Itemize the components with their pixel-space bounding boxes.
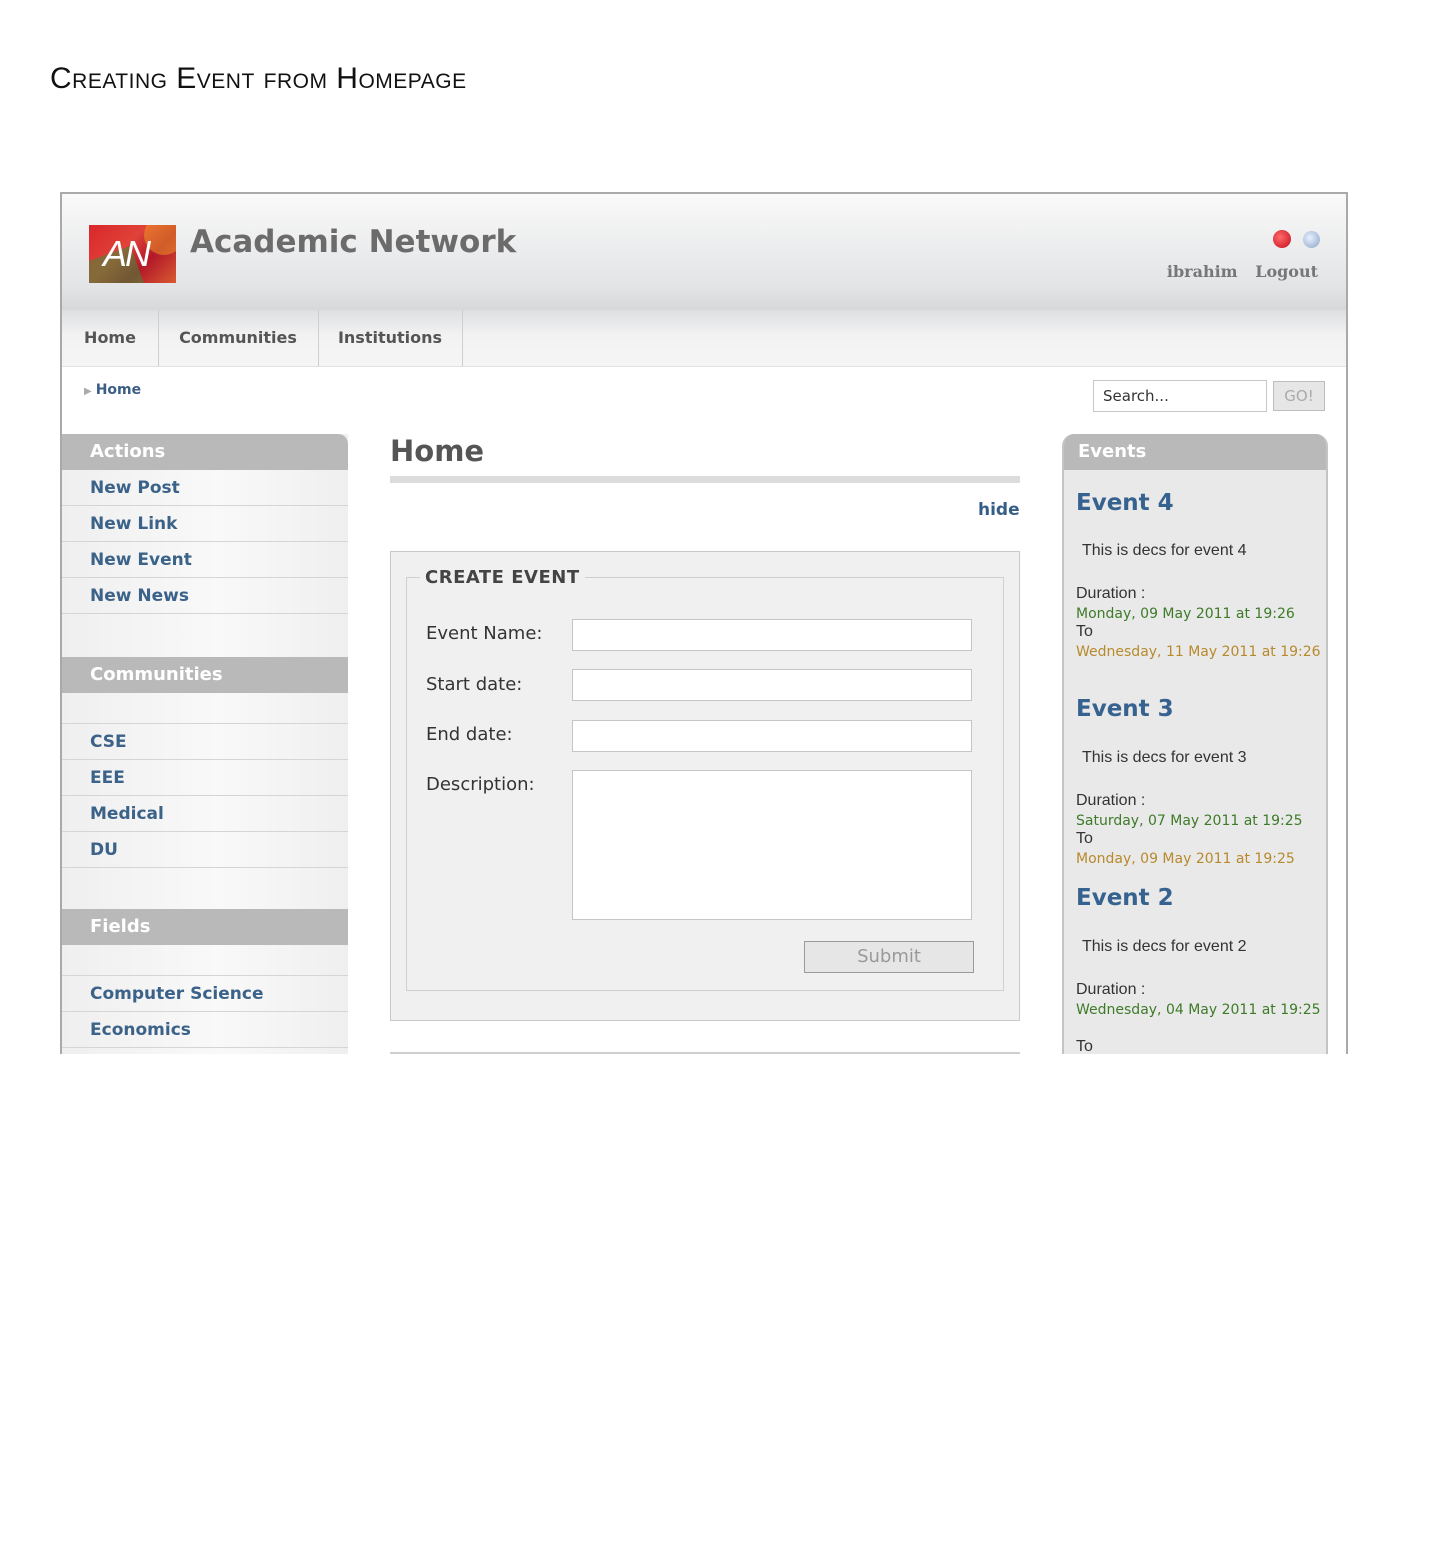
community-cse[interactable]: CSE <box>62 724 348 760</box>
search-go-button[interactable]: GO! <box>1273 381 1325 411</box>
hide-link[interactable]: hide <box>978 500 1020 520</box>
event-title[interactable]: Event 4 <box>1076 490 1174 516</box>
site-header: AN Academic Network ibrahim Logout <box>62 194 1346 310</box>
globe-icon[interactable] <box>1303 231 1320 248</box>
breadcrumb-arrow-icon: ▶ <box>84 386 92 397</box>
event-name-field[interactable] <box>572 619 972 651</box>
event-start-date: Monday, 09 May 2011 at 19:26 <box>1076 606 1295 622</box>
event-end-date: Wednesday, 11 May 2011 at 19:26 <box>1076 644 1321 660</box>
browser-screenshot: AN Academic Network ibrahim Logout Home … <box>60 192 1348 1054</box>
action-new-event[interactable]: New Event <box>62 542 348 578</box>
nav-home[interactable]: Home <box>62 310 159 366</box>
event-end-date: Monday, 09 May 2011 at 19:25 <box>1076 851 1295 867</box>
main-nav: Home Communities Institutions <box>62 310 1346 367</box>
breadcrumb-home-link[interactable]: Home <box>96 382 141 398</box>
event-start-date: Wednesday, 04 May 2011 at 19:25 <box>1076 1002 1321 1018</box>
field-economics[interactable]: Economics <box>62 1012 348 1048</box>
event-to-label: To <box>1076 623 1093 640</box>
actions-heading: Actions <box>62 434 348 470</box>
event-duration-label: Duration : <box>1076 585 1146 602</box>
field-computer-science[interactable]: Computer Science <box>62 976 348 1012</box>
help-icon[interactable] <box>1273 230 1291 248</box>
page-title: Home <box>390 434 485 468</box>
create-event-fieldset: CREATE EVENT Event Name: Start date: End… <box>406 567 1004 991</box>
communities-heading: Communities <box>62 657 348 693</box>
community-eee[interactable]: EEE <box>62 760 348 796</box>
communities-spacer <box>62 693 348 724</box>
logout-link[interactable]: Logout <box>1255 262 1318 281</box>
action-new-news[interactable]: New News <box>62 578 348 614</box>
community-medical[interactable]: Medical <box>62 796 348 832</box>
document-title: Creating Event from Homepage <box>50 62 467 95</box>
create-event-panel: CREATE EVENT Event Name: Start date: End… <box>390 551 1020 1021</box>
event-description: This is decs for event 4 <box>1082 542 1247 559</box>
search-input[interactable] <box>1093 380 1267 412</box>
end-date-label: End date: <box>426 724 513 745</box>
description-label: Description: <box>426 774 535 795</box>
user-links: ibrahim Logout <box>1155 262 1318 281</box>
event-start-date: Saturday, 07 May 2011 at 19:25 <box>1076 813 1303 829</box>
event-title[interactable]: Event 2 <box>1076 885 1174 911</box>
fields-heading: Fields <box>62 909 348 945</box>
left-sidebar: Actions New Post New Link New Event New … <box>62 434 348 1054</box>
events-sidebar: Events Event 4 This is decs for event 4 … <box>1062 434 1328 1054</box>
site-title: Academic Network <box>190 224 517 260</box>
event-description: This is decs for event 3 <box>1082 749 1247 766</box>
header-icons <box>1273 230 1320 248</box>
event-duration-label: Duration : <box>1076 792 1146 809</box>
start-date-field[interactable] <box>572 669 972 701</box>
create-event-legend: CREATE EVENT <box>420 567 585 588</box>
fields-spacer <box>62 945 348 976</box>
action-new-link[interactable]: New Link <box>62 506 348 542</box>
event-name-label: Event Name: <box>426 623 543 644</box>
events-heading: Events <box>1064 434 1326 470</box>
breadcrumb: ▶ Home <box>84 382 141 398</box>
description-field[interactable] <box>572 770 972 920</box>
content-bottom-divider <box>390 1052 1020 1054</box>
username-link[interactable]: ibrahim <box>1167 262 1238 281</box>
event-to-label: To <box>1076 1038 1093 1054</box>
end-date-field[interactable] <box>572 720 972 752</box>
community-du[interactable]: DU <box>62 832 348 868</box>
nav-institutions[interactable]: Institutions <box>318 310 463 366</box>
action-new-post[interactable]: New Post <box>62 470 348 506</box>
nav-communities[interactable]: Communities <box>158 310 319 366</box>
heading-divider <box>390 476 1020 483</box>
start-date-label: Start date: <box>426 674 523 695</box>
submit-button[interactable]: Submit <box>804 941 974 973</box>
event-duration-label: Duration : <box>1076 981 1146 998</box>
site-logo[interactable]: AN <box>89 225 176 283</box>
event-to-label: To <box>1076 830 1093 847</box>
logo-text: AN <box>103 233 151 274</box>
event-description: This is decs for event 2 <box>1082 938 1247 955</box>
event-title[interactable]: Event 3 <box>1076 696 1174 722</box>
